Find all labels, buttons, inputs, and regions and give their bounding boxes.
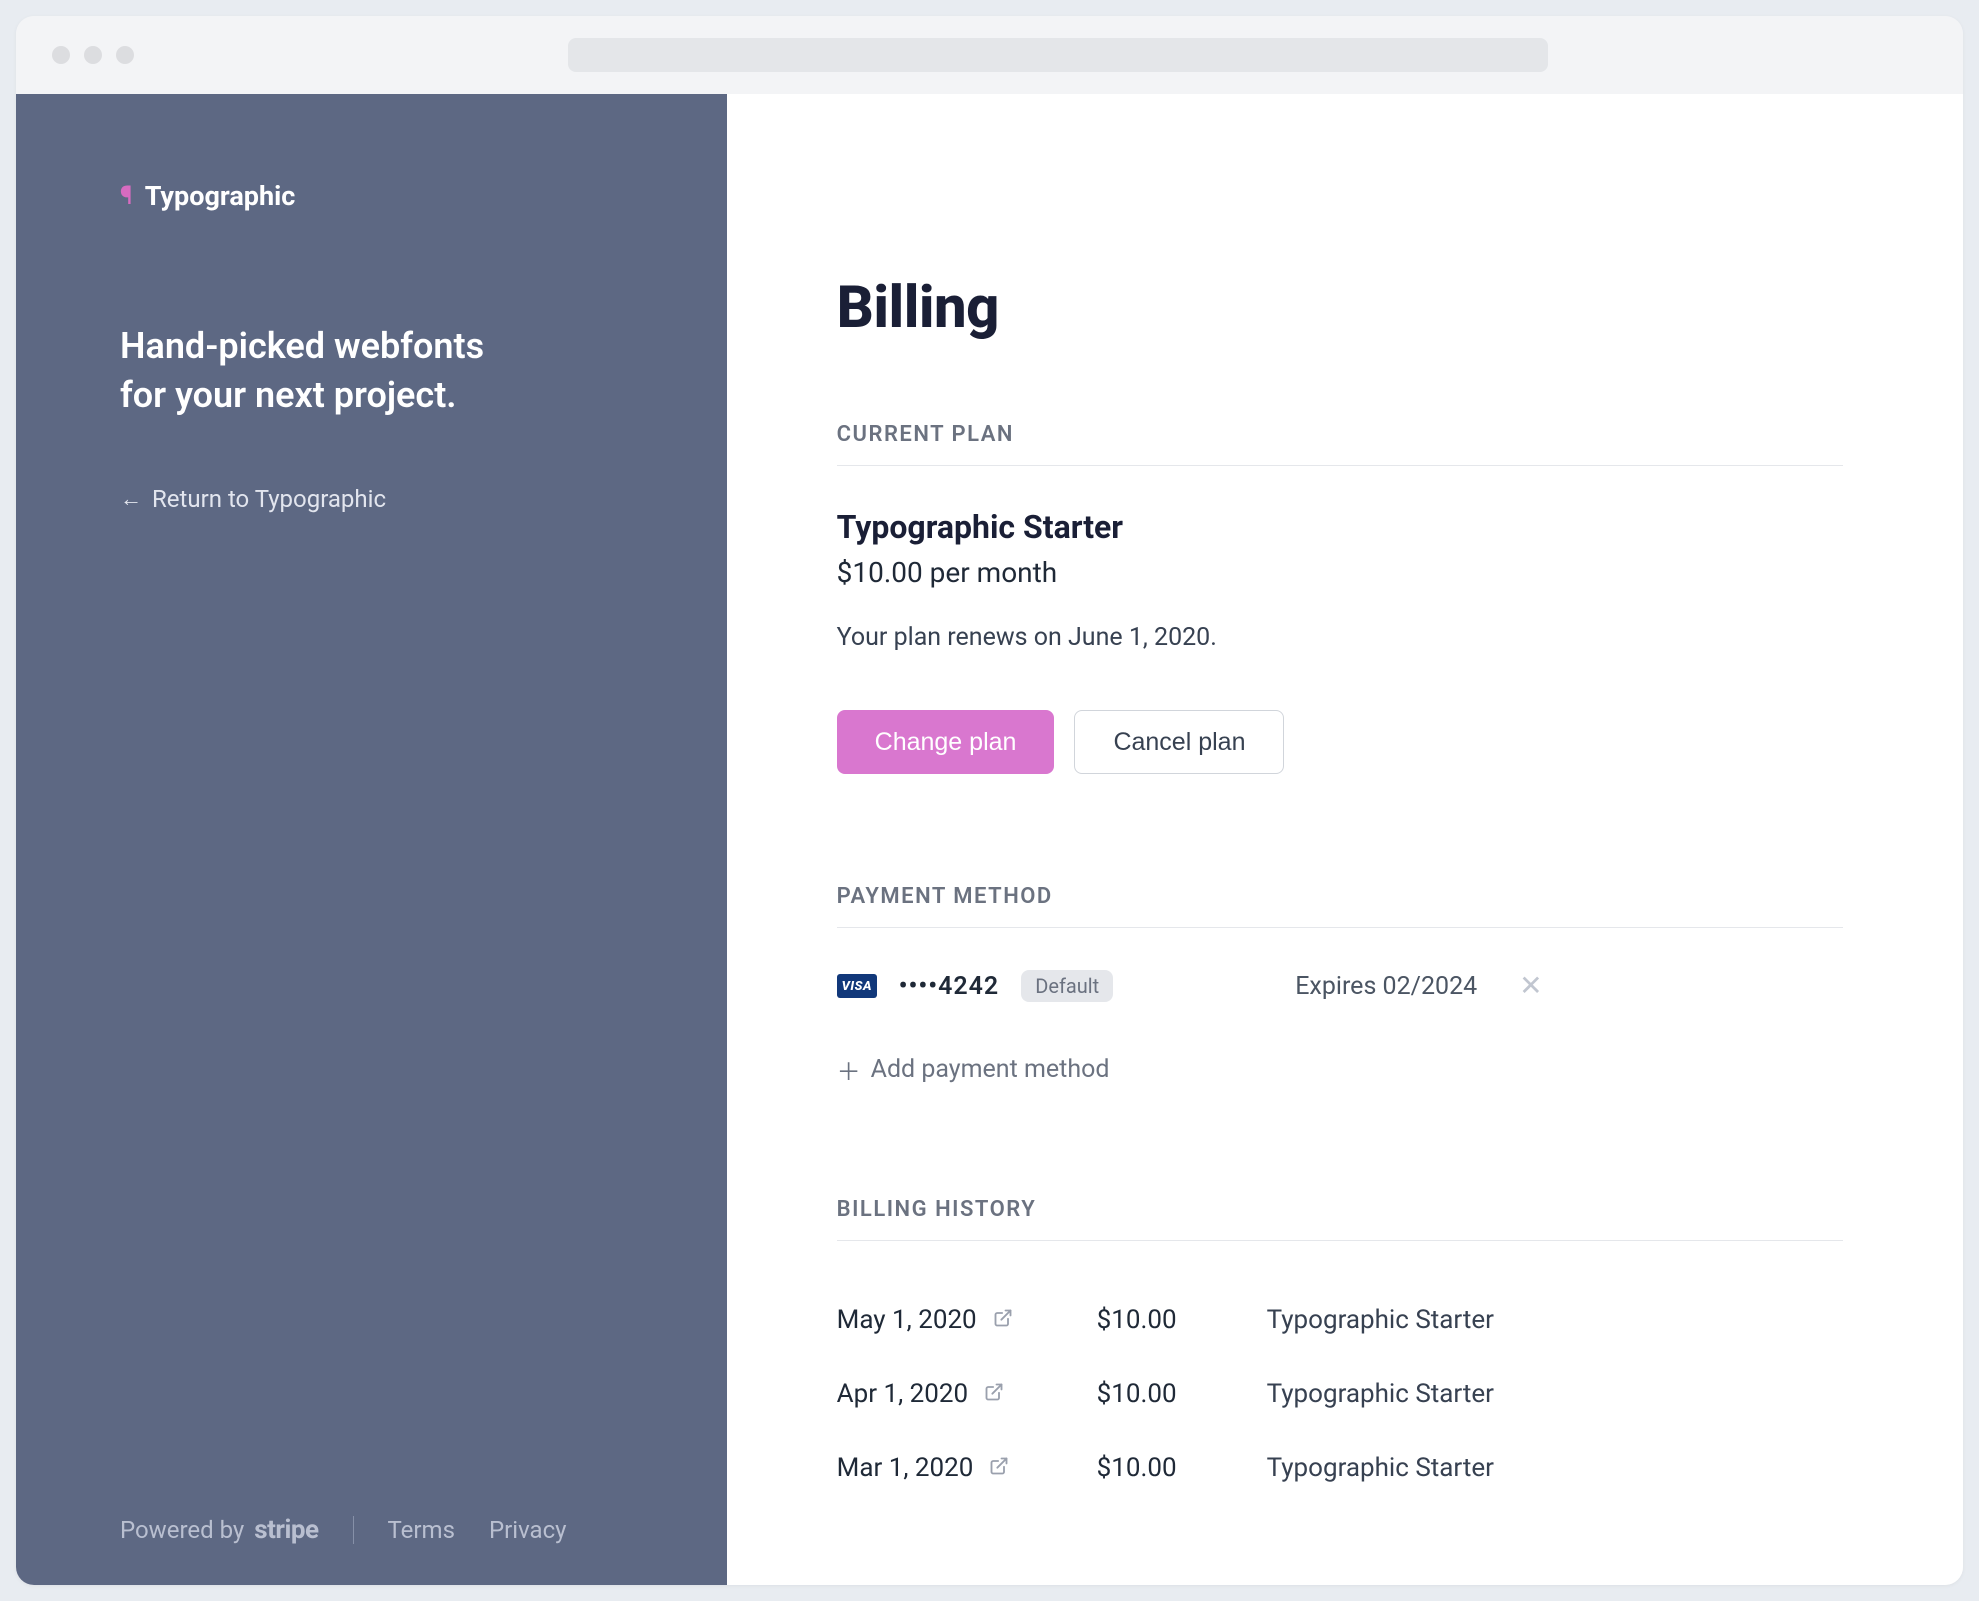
- browser-chrome: [16, 16, 1963, 94]
- terms-link[interactable]: Terms: [388, 1516, 455, 1544]
- brand: ¶ Typographic: [120, 180, 627, 212]
- traffic-dot-close-icon: [52, 46, 70, 64]
- plan-name: Typographic Starter: [837, 508, 1843, 546]
- divider: [837, 465, 1843, 466]
- return-link-label: Return to Typographic: [152, 485, 386, 513]
- external-link-icon[interactable]: [989, 1453, 1009, 1483]
- plan-price: $10.00 per month: [837, 556, 1843, 589]
- powered-by: Powered by stripe: [120, 1515, 319, 1545]
- section-label-billing-history: BILLING HISTORY: [837, 1197, 1843, 1222]
- card-last4: ••••4242: [899, 972, 1000, 1001]
- traffic-dot-max-icon: [116, 46, 134, 64]
- plus-icon: ＋: [837, 1052, 861, 1087]
- section-label-payment-method: PAYMENT METHOD: [837, 884, 1843, 909]
- add-payment-method-button[interactable]: ＋ Add payment method: [837, 1052, 1110, 1087]
- page-title: Billing: [837, 274, 1843, 342]
- history-date: May 1, 2020: [837, 1305, 977, 1335]
- default-badge: Default: [1021, 970, 1113, 1002]
- history-row: May 1, 2020 $10.00 Typographic Starter: [837, 1283, 1843, 1357]
- cancel-plan-button[interactable]: Cancel plan: [1074, 710, 1284, 774]
- traffic-dot-min-icon: [84, 46, 102, 64]
- privacy-link[interactable]: Privacy: [489, 1516, 567, 1544]
- card-expires: Expires 02/2024: [1295, 972, 1477, 1001]
- arrow-left-icon: ←: [120, 486, 142, 512]
- return-link[interactable]: ← Return to Typographic: [120, 485, 627, 513]
- add-payment-method-label: Add payment method: [871, 1055, 1110, 1084]
- external-link-icon[interactable]: [993, 1305, 1013, 1335]
- billing-history: May 1, 2020 $10.00 Typographic Starter A…: [837, 1283, 1843, 1505]
- history-amount: $10.00: [1097, 1305, 1267, 1335]
- payment-method-row: VISA ••••4242 Default Expires 02/2024 ✕: [837, 970, 1843, 1002]
- pilcrow-icon: ¶: [120, 183, 133, 209]
- history-desc: Typographic Starter: [1267, 1453, 1494, 1483]
- history-date: Mar 1, 2020: [837, 1453, 974, 1483]
- divider: [837, 927, 1843, 928]
- plan-renew-text: Your plan renews on June 1, 2020.: [837, 623, 1843, 652]
- history-row: Mar 1, 2020 $10.00 Typographic Starter: [837, 1431, 1843, 1505]
- close-icon: ✕: [1519, 969, 1542, 1002]
- history-amount: $10.00: [1097, 1453, 1267, 1483]
- external-link-icon[interactable]: [984, 1379, 1004, 1409]
- section-label-current-plan: CURRENT PLAN: [837, 422, 1843, 447]
- stripe-logo: stripe: [254, 1515, 318, 1545]
- browser-window: ¶ Typographic Hand-picked webfonts for y…: [16, 16, 1963, 1585]
- sidebar-footer: Powered by stripe Terms Privacy: [120, 1515, 627, 1545]
- history-desc: Typographic Starter: [1267, 1379, 1494, 1409]
- history-row: Apr 1, 2020 $10.00 Typographic Starter: [837, 1357, 1843, 1431]
- history-amount: $10.00: [1097, 1379, 1267, 1409]
- powered-by-prefix: Powered by: [120, 1516, 244, 1544]
- sidebar: ¶ Typographic Hand-picked webfonts for y…: [16, 94, 727, 1585]
- sidebar-tagline: Hand-picked webfonts for your next proje…: [120, 322, 520, 419]
- history-desc: Typographic Starter: [1267, 1305, 1494, 1335]
- change-plan-button[interactable]: Change plan: [837, 710, 1055, 774]
- visa-card-icon: VISA: [837, 974, 877, 998]
- address-bar[interactable]: [568, 38, 1548, 72]
- remove-card-button[interactable]: ✕: [1519, 972, 1542, 1000]
- window-traffic-lights: [52, 46, 134, 64]
- divider: [837, 1240, 1843, 1241]
- history-date: Apr 1, 2020: [837, 1379, 968, 1409]
- main-content: Billing CURRENT PLAN Typographic Starter…: [727, 94, 1963, 1585]
- divider: [353, 1516, 354, 1544]
- brand-name: Typographic: [145, 180, 296, 212]
